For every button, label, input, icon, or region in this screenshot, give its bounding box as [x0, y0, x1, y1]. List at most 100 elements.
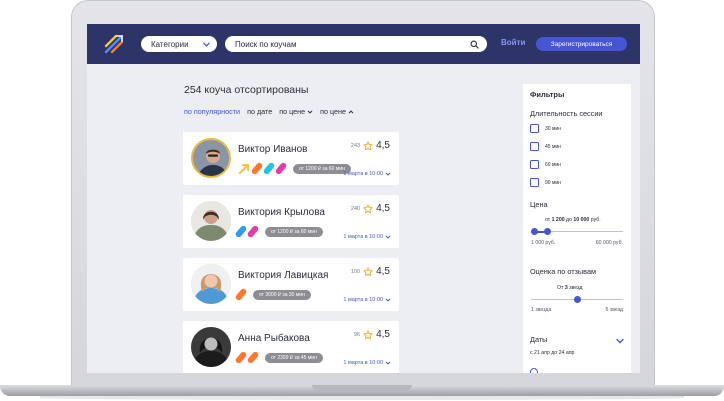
reviews-min-label: 1 звезда — [531, 307, 552, 313]
sort-by-price-desc[interactable]: по цене — [279, 107, 313, 116]
sort-by-popularity[interactable]: по популярности — [184, 107, 240, 116]
tag-pill — [234, 224, 248, 239]
checkbox[interactable] — [530, 142, 539, 151]
next-slot-label: 1 марта в 10:00 — [343, 360, 383, 366]
duration-option-label: 90 мин — [545, 179, 561, 186]
duration-option-label: 30 мин — [545, 125, 561, 132]
rating-block: 240 4,5 — [351, 203, 390, 214]
avatar — [191, 201, 231, 241]
logo-icon[interactable] — [104, 34, 124, 54]
growth-arrow-icon — [238, 163, 250, 174]
search-box — [225, 36, 487, 52]
chevron-down-icon — [385, 235, 391, 239]
dates-range-text: с 21 апр до 24 апр — [530, 350, 575, 356]
chevron-down-icon — [385, 361, 391, 365]
coach-card[interactable]: Виктор Иванов от 1200 ₽ за 60 мин 243 4,… — [183, 132, 399, 185]
checkbox[interactable] — [530, 124, 539, 133]
next-slot-link[interactable]: 1 марта в 10:00 — [343, 360, 391, 366]
price-range-suffix: руб. — [590, 217, 601, 223]
coach-card[interactable]: Виктория Лавицкая от 3000 ₽ за 30 мин 10… — [183, 258, 399, 311]
reviews-range-text: От 3 звезд — [557, 285, 582, 291]
duration-option-30[interactable]: 30 мин — [530, 124, 561, 133]
star-icon — [363, 266, 373, 276]
chevron-up-icon — [348, 110, 354, 114]
filters-panel: Фильтры Длительность сессии 30 мин 45 ми… — [523, 84, 631, 373]
tag-pill — [246, 350, 260, 365]
sort-by-price-asc-label: по цене — [320, 107, 346, 116]
price-badge: от 1200 ₽ за 60 мин — [293, 163, 351, 174]
login-link[interactable]: Войти — [501, 38, 525, 47]
next-slot-label: 1 марта в 10:00 — [343, 171, 383, 177]
avatar — [191, 327, 231, 367]
rating-block: 96 4,5 — [354, 329, 390, 340]
category-select-label: Категории — [151, 39, 189, 49]
tag-pill — [234, 287, 248, 302]
price-range-text: от 1 200 до 10 000 руб. — [545, 217, 601, 223]
star-icon — [363, 203, 373, 213]
search-icon[interactable] — [470, 40, 479, 49]
review-count: 243 — [350, 142, 361, 149]
chevron-down-icon — [203, 42, 210, 47]
duration-option-60[interactable]: 60 мин — [530, 160, 561, 169]
duration-option-label: 60 мин — [545, 161, 561, 168]
next-slot-link[interactable]: 1 марта в 10:00 — [343, 171, 391, 177]
coach-tags: от 1200 ₽ за 60 мин — [238, 161, 351, 176]
date-radio[interactable] — [530, 368, 538, 373]
review-count: 240 — [350, 205, 361, 212]
price-min-handle[interactable] — [530, 228, 538, 235]
next-slot-label: 1 марта в 10:00 — [343, 297, 383, 303]
sort-bar: по популярности по дате по цене по цене — [184, 107, 361, 116]
signup-button[interactable]: Зарегистрироваться — [536, 37, 627, 51]
star-icon — [363, 140, 373, 150]
reviews-range-prefix: От — [557, 285, 564, 291]
chevron-down-icon[interactable] — [615, 336, 625, 346]
rating-block: 243 4,5 — [351, 140, 390, 151]
duration-option-label: 45 мин — [545, 143, 561, 150]
duration-title: Длительность сессии — [530, 109, 603, 118]
next-slot-link[interactable]: 1 марта в 10:00 — [343, 297, 391, 303]
price-badge: от 1200 ₽ за 60 мин — [265, 226, 323, 237]
chevron-down-icon — [385, 172, 391, 176]
price-min-label: 1 000 руб. — [531, 240, 556, 246]
price-from-value: 1 200 — [551, 217, 565, 223]
coach-tags: от 2399 ₽ за 45 мин — [234, 350, 323, 365]
price-to-value: 10 000 — [573, 217, 590, 223]
reviews-max-label: 5 звезд — [605, 307, 623, 313]
duration-option-90[interactable]: 90 мин — [530, 178, 561, 187]
results-title: 254 коуча отсортированы — [184, 84, 309, 96]
filters-title: Фильтры — [530, 90, 565, 99]
price-title: Цена — [530, 200, 548, 209]
sort-by-date[interactable]: по дате — [247, 107, 272, 116]
duration-option-45[interactable]: 45 мин — [530, 142, 561, 151]
category-select[interactable]: Категории — [141, 36, 217, 52]
rating-value: 4,5 — [376, 140, 390, 151]
price-max-handle[interactable] — [544, 228, 552, 235]
checkbox[interactable] — [530, 178, 539, 187]
reviews-title: Оценка по отзывам — [530, 267, 597, 276]
coach-card[interactable]: Виктория Крылова от 1200 ₽ за 60 мин 240… — [183, 195, 399, 248]
avatar — [191, 138, 231, 178]
coach-name[interactable]: Виктория Крылова — [238, 207, 325, 218]
rating-value: 4,5 — [376, 203, 390, 214]
price-badge: от 3000 ₽ за 30 мин — [253, 289, 311, 300]
coach-name[interactable]: Анна Рыбакова — [238, 333, 310, 344]
rating-value: 4,5 — [376, 266, 390, 277]
checkbox[interactable] — [530, 160, 539, 169]
coach-name[interactable]: Виктория Лавицкая — [238, 270, 328, 281]
coach-card[interactable]: Анна Рыбакова от 2399 ₽ за 45 мин 96 4,5… — [183, 321, 399, 373]
coach-tags: от 3000 ₽ за 30 мин — [234, 287, 311, 302]
search-input[interactable] — [235, 39, 470, 49]
laptop-notch — [312, 385, 412, 391]
dates-title: Даты — [530, 335, 548, 344]
laptop-shadow — [40, 396, 684, 400]
sort-by-price-asc[interactable]: по цене — [320, 107, 354, 116]
rating-block: 100 4,5 — [351, 266, 390, 277]
price-max-label: 60 000 руб. — [595, 240, 623, 246]
reviews-handle[interactable] — [573, 296, 581, 303]
next-slot-link[interactable]: 1 марта в 10:00 — [343, 234, 391, 240]
top-header: Категории Войти Зарегистрироваться — [87, 24, 640, 64]
sort-by-price-desc-label: по цене — [279, 107, 306, 116]
coach-name[interactable]: Виктор Иванов — [238, 144, 307, 155]
tag-pill — [262, 161, 276, 176]
tag-pill — [246, 224, 260, 239]
